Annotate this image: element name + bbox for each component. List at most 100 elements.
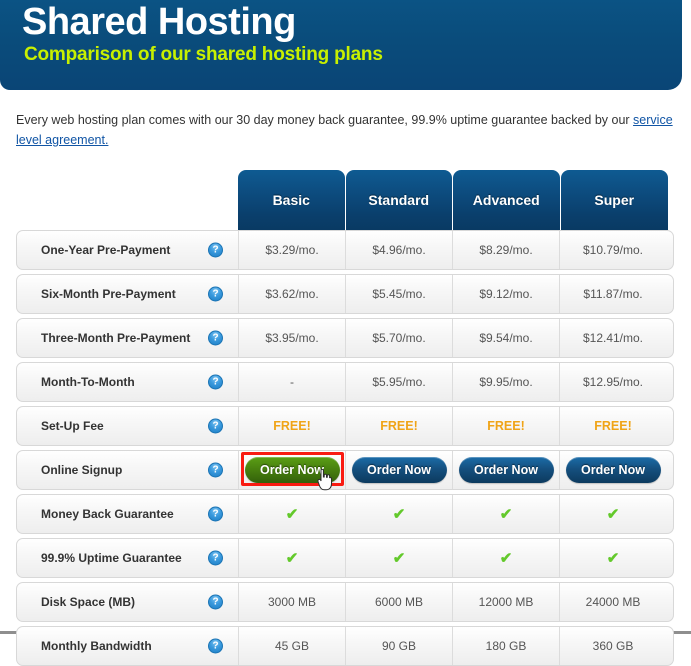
plan-header-standard[interactable]: Standard [345, 170, 452, 230]
cell-online-signup-advanced: Order Now [452, 451, 559, 489]
row-label-text: Month-To-Month [41, 375, 135, 389]
table-row: Online Signup? Order Now Order Now Order No… [16, 450, 674, 491]
green-check-icon: ✔ [392, 549, 406, 567]
cell-three-month-pre-payment-advanced: $9.54/mo. [452, 319, 559, 357]
order-now-button-super[interactable]: Order Now [565, 457, 661, 483]
intro-text: Every web hosting plan comes with our 30… [16, 113, 634, 127]
table-row: Month-To-Month? - $5.95/mo. $9.95/mo. $12.95… [16, 362, 674, 402]
intro-paragraph: Every web hosting plan comes with our 30… [16, 110, 676, 150]
help-question-icon[interactable]: ? [208, 506, 223, 522]
cell-six-month-pre-payment-standard: $5.45/mo. [345, 275, 452, 313]
cell-disk-space-mb-advanced: 12000 MB [452, 583, 559, 621]
cell-disk-space-mb-basic: 3000 MB [238, 583, 345, 621]
cell-monthly-bandwidth-basic: 45 GB [238, 627, 345, 665]
cell-monthly-bandwidth-standard: 90 GB [345, 627, 452, 665]
table-row: Set-Up Fee? FREE! FREE! FREE! FREE! [16, 406, 674, 446]
cell-set-up-fee-super: FREE! [559, 407, 666, 445]
help-question-icon[interactable]: ? [208, 594, 223, 610]
row-label-text: Money Back Guarantee [41, 507, 174, 521]
row-label-text: One-Year Pre-Payment [41, 243, 171, 257]
help-question-icon[interactable]: ? [208, 638, 223, 654]
table-row: Monthly Bandwidth? 45 GB 90 GB 180 GB 360 GB [16, 626, 674, 666]
comparison-table: One-Year Pre-Payment? $3.29/mo. $4.96/mo. $… [16, 230, 674, 666]
row-label-text: Disk Space (MB) [41, 595, 136, 609]
cell-set-up-fee-basic: FREE! [238, 407, 345, 445]
order-now-button-advanced[interactable]: Order Now [458, 457, 554, 483]
cell-six-month-pre-payment-advanced: $9.12/mo. [452, 275, 559, 313]
cell-month-to-month-super: $12.95/mo. [559, 363, 666, 401]
cell-monthly-bandwidth-super: 360 GB [559, 627, 666, 665]
help-question-icon[interactable]: ? [208, 550, 223, 566]
page-subtitle: Comparison of our shared hosting plans [24, 44, 383, 65]
cell-three-month-pre-payment-standard: $5.70/mo. [345, 319, 452, 357]
cell-set-up-fee-standard: FREE! [345, 407, 452, 445]
order-now-button-basic[interactable]: Order Now [244, 457, 340, 483]
cell-month-to-month-standard: $5.95/mo. [345, 363, 452, 401]
row-label-monthly-bandwidth: Monthly Bandwidth? [17, 627, 238, 665]
row-label-money-back-guarantee: Money Back Guarantee? [17, 495, 238, 533]
cell-online-signup-super: Order Now [559, 451, 666, 489]
help-question-icon[interactable]: ? [208, 242, 223, 258]
cell-monthly-bandwidth-advanced: 180 GB [452, 627, 559, 665]
table-row: One-Year Pre-Payment? $3.29/mo. $4.96/mo. $… [16, 230, 674, 270]
cell-six-month-pre-payment-super: $11.87/mo. [559, 275, 666, 313]
help-question-icon[interactable]: ? [208, 418, 223, 434]
cell-one-year-pre-payment-basic: $3.29/mo. [238, 231, 345, 269]
cell-online-signup-basic: Order Now [238, 451, 345, 491]
row-label-text: 99.9% Uptime Guarantee [41, 551, 182, 565]
plan-header-advanced[interactable]: Advanced [453, 170, 560, 230]
cell-money-back-guarantee-basic: ✔ [238, 495, 345, 533]
cell-disk-space-mb-super: 24000 MB [559, 583, 666, 621]
cell-99-9-uptime-guarantee-advanced: ✔ [452, 539, 559, 577]
table-row: Six-Month Pre-Payment? $3.62/mo. $5.45/mo.… [16, 274, 674, 314]
cell-online-signup-standard: Order Now [345, 451, 452, 489]
row-label-online-signup: Online Signup? [17, 451, 238, 489]
row-label-text: Online Signup [41, 463, 123, 477]
row-label-99-9-uptime-guarantee: 99.9% Uptime Guarantee? [17, 539, 238, 577]
cell-month-to-month-basic: - [238, 363, 345, 401]
plan-header-basic[interactable]: Basic [238, 170, 345, 230]
table-row: Money Back Guarantee? ✔ ✔ ✔ ✔ [16, 494, 674, 534]
row-label-text: Set-Up Fee [41, 419, 104, 433]
cell-money-back-guarantee-standard: ✔ [345, 495, 452, 533]
row-label-set-up-fee: Set-Up Fee? [17, 407, 238, 445]
cell-set-up-fee-advanced: FREE! [452, 407, 559, 445]
green-check-icon: ✔ [606, 549, 620, 567]
green-check-icon: ✔ [499, 549, 513, 567]
cell-one-year-pre-payment-standard: $4.96/mo. [345, 231, 452, 269]
green-check-icon: ✔ [606, 505, 620, 523]
page-title: Shared Hosting [22, 1, 296, 43]
table-row: 99.9% Uptime Guarantee? ✔ ✔ ✔ ✔ [16, 538, 674, 578]
row-label-text: Three-Month Pre-Payment [41, 331, 191, 345]
help-question-icon[interactable]: ? [208, 286, 223, 302]
cell-money-back-guarantee-super: ✔ [559, 495, 666, 533]
green-check-icon: ✔ [285, 505, 299, 523]
cell-one-year-pre-payment-super: $10.79/mo. [559, 231, 666, 269]
row-label-three-month-pre-payment: Three-Month Pre-Payment? [17, 319, 238, 357]
page-banner: Shared Hosting Comparison of our shared … [0, 0, 682, 90]
plan-header-super[interactable]: Super [560, 170, 668, 230]
row-label-month-to-month: Month-To-Month? [17, 363, 238, 401]
cell-month-to-month-advanced: $9.95/mo. [452, 363, 559, 401]
help-question-icon[interactable]: ? [208, 330, 223, 346]
shared-hosting-comparison-page: { "banner": { "title": "Shared Hosting",… [0, 0, 691, 666]
help-question-icon[interactable]: ? [208, 462, 223, 478]
row-label-one-year-pre-payment: One-Year Pre-Payment? [17, 231, 238, 269]
cell-99-9-uptime-guarantee-basic: ✔ [238, 539, 345, 577]
order-now-button-standard[interactable]: Order Now [351, 457, 447, 483]
cell-three-month-pre-payment-basic: $3.95/mo. [238, 319, 345, 357]
plan-header-tabs: Basic Standard Advanced Super [238, 170, 668, 230]
row-label-six-month-pre-payment: Six-Month Pre-Payment? [17, 275, 238, 313]
table-row: Three-Month Pre-Payment? $3.95/mo. $5.70/m… [16, 318, 674, 358]
green-check-icon: ✔ [499, 505, 513, 523]
cell-three-month-pre-payment-super: $12.41/mo. [559, 319, 666, 357]
cell-one-year-pre-payment-advanced: $8.29/mo. [452, 231, 559, 269]
table-row: Disk Space (MB)? 3000 MB 6000 MB 12000 MB 24… [16, 582, 674, 622]
row-label-text: Six-Month Pre-Payment [41, 287, 176, 301]
cell-money-back-guarantee-advanced: ✔ [452, 495, 559, 533]
row-label-text: Monthly Bandwidth [41, 639, 152, 653]
help-question-icon[interactable]: ? [208, 374, 223, 390]
green-check-icon: ✔ [285, 549, 299, 567]
green-check-icon: ✔ [392, 505, 406, 523]
row-label-disk-space-mb: Disk Space (MB)? [17, 583, 238, 621]
